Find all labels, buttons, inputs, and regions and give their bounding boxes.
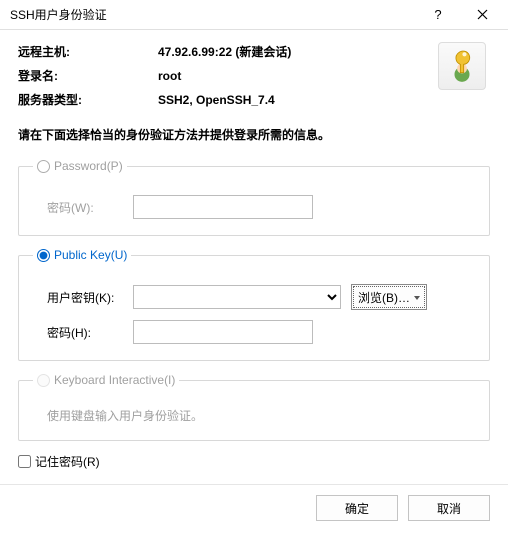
auth-key-icon: [438, 42, 486, 90]
password-input[interactable]: [133, 195, 313, 219]
keyboard-group: Keyboard Interactive(I) 使用键盘输入用户身份验证。: [18, 373, 490, 441]
instruction-text: 请在下面选择恰当的身份验证方法并提供登录所需的信息。: [18, 126, 490, 143]
window-title: SSH用户身份验证: [10, 6, 416, 23]
chevron-down-icon: [414, 296, 420, 300]
key-password-input[interactable]: [133, 320, 313, 344]
keyboard-radio-label[interactable]: Keyboard Interactive(I): [37, 373, 175, 387]
password-radio-label[interactable]: Password(P): [37, 159, 123, 173]
server-value: SSH2, OpenSSH_7.4: [158, 88, 490, 112]
cancel-button[interactable]: 取消: [408, 495, 490, 521]
userkey-label: 用户密钥(K):: [33, 289, 123, 306]
remember-password-text: 记住密码(R): [35, 453, 100, 470]
keyboard-legend: Keyboard Interactive(I): [54, 373, 175, 387]
ok-button[interactable]: 确定: [316, 495, 398, 521]
browse-button-label: 浏览(B)…: [358, 291, 410, 305]
close-icon: [477, 9, 488, 20]
key-password-label: 密码(H):: [33, 324, 123, 341]
remember-password-checkbox[interactable]: [18, 455, 31, 468]
titlebar: SSH用户身份验证 ?: [0, 0, 508, 30]
keyboard-radio[interactable]: [37, 374, 50, 387]
publickey-group: Public Key(U) 用户密钥(K): 浏览(B)… 密码(H):: [18, 248, 490, 361]
help-button[interactable]: ?: [416, 1, 460, 29]
password-legend: Password(P): [54, 159, 123, 173]
password-field-label: 密码(W):: [33, 199, 123, 216]
remember-password-label[interactable]: 记住密码(R): [18, 453, 490, 470]
password-radio[interactable]: [37, 160, 50, 173]
userkey-select[interactable]: [133, 285, 341, 309]
dialog-footer: 确定 取消: [18, 485, 490, 521]
publickey-legend: Public Key(U): [54, 248, 127, 262]
publickey-radio[interactable]: [37, 249, 50, 262]
login-label: 登录名:: [18, 64, 158, 88]
keyboard-hint: 使用键盘输入用户身份验证。: [33, 407, 475, 424]
close-button[interactable]: [460, 1, 504, 29]
host-label: 远程主机:: [18, 40, 158, 64]
browse-button[interactable]: 浏览(B)…: [351, 284, 427, 310]
server-label: 服务器类型:: [18, 88, 158, 112]
connection-info: 远程主机: 登录名: 服务器类型: 47.92.6.99:22 (新建会话) r…: [18, 40, 490, 112]
password-group: Password(P) 密码(W):: [18, 159, 490, 236]
publickey-radio-label[interactable]: Public Key(U): [37, 248, 127, 262]
